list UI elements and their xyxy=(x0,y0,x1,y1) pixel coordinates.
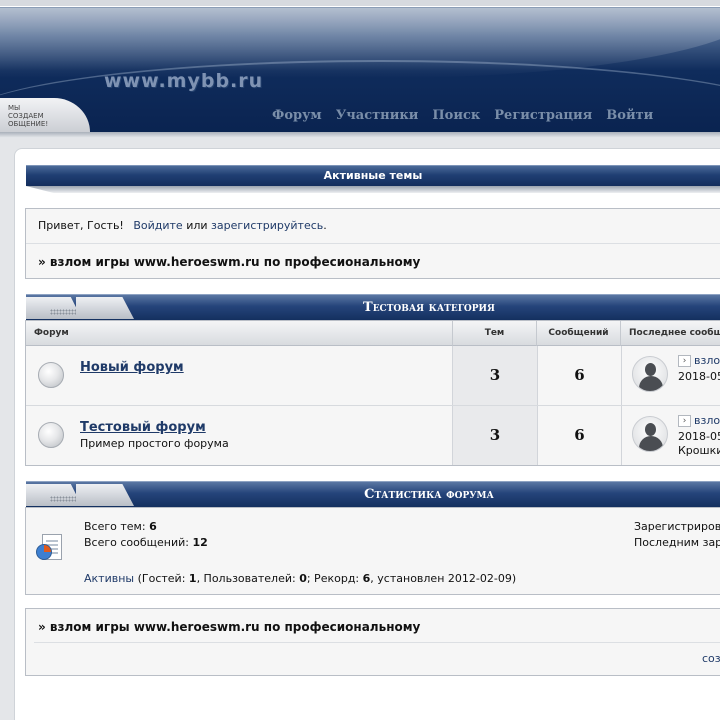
announcement: » взлом игры www.heroeswm.ru по професио… xyxy=(38,255,421,269)
category-title[interactable]: Тестовая категория xyxy=(138,295,720,320)
slogan-line: Мы xyxy=(8,104,21,112)
active-topics-label[interactable]: Активные темы xyxy=(26,165,720,186)
collapse-tab[interactable] xyxy=(26,484,82,506)
last-post-link-line: ›взлом xyxy=(678,354,720,367)
forum-topics-count: 3 xyxy=(452,346,537,405)
forum-row: Тестовый форум Пример простого форума 3 … xyxy=(26,406,720,466)
record-suffix: , установлен 2012-02-09) xyxy=(370,572,517,585)
nav-login[interactable]: Войти xyxy=(606,108,653,123)
online-stats: Активны (Гостей: 1, Пользователей: 0; Ре… xyxy=(84,572,516,585)
stats-title[interactable]: Статистика форума xyxy=(138,482,720,507)
online-prefix: (Гостей: xyxy=(137,572,186,585)
period-text: . xyxy=(323,219,327,232)
greeting-line: Привет, Гость! Войдите или зарегистрируй… xyxy=(38,219,327,232)
column-posts: Сообщений xyxy=(537,321,621,346)
login-link[interactable]: Войдите xyxy=(133,219,182,232)
stats-box: Всего тем: 6 Всего сообщений: 12 Активны… xyxy=(25,507,720,595)
forum-link[interactable]: Тестовый форум xyxy=(80,420,206,435)
divider xyxy=(26,243,720,244)
chevron-right-icon[interactable]: › xyxy=(678,355,691,367)
avatar xyxy=(632,416,668,452)
welcome-box: Привет, Гость! Войдите или зарегистрируй… xyxy=(25,208,720,279)
guests-count: 1 xyxy=(188,572,197,585)
total-posts: Всего сообщений: 12 xyxy=(84,536,208,549)
forum-posts-count: 6 xyxy=(537,406,621,465)
registered-users: Зарегистрирова xyxy=(634,520,720,533)
nav-members[interactable]: Участники xyxy=(336,108,419,123)
users-count: 0 xyxy=(299,572,307,585)
header-tab xyxy=(76,484,134,506)
users-label: , Пользователей: xyxy=(196,572,296,585)
column-forum: Форум xyxy=(26,321,453,346)
total-topics-label: Всего тем: xyxy=(84,520,146,533)
column-last-post: Последнее сообщение xyxy=(621,321,720,346)
register-link[interactable]: зарегистрируйтесь xyxy=(211,219,323,232)
site-header: www.mybb.ru Мы создаем общение! Форум Уч… xyxy=(0,0,720,138)
stats-tabs xyxy=(26,482,138,507)
dots-pattern xyxy=(50,309,76,315)
avatar xyxy=(632,356,668,392)
last-post-link[interactable]: взлом xyxy=(694,354,720,367)
greeting-text: Привет, Гость! xyxy=(38,219,124,232)
footer-link[interactable]: соз xyxy=(702,652,720,665)
nav-forum[interactable]: Форум xyxy=(272,108,322,123)
last-post-link[interactable]: взлом xyxy=(694,414,720,427)
footer-announcement: » взлом игры www.heroeswm.ru по професио… xyxy=(38,620,421,634)
forum-description: Пример простого форума xyxy=(80,437,229,450)
footer-box: » взлом игры www.heroeswm.ru по професио… xyxy=(25,608,720,676)
forum-status-icon xyxy=(38,362,64,388)
last-post-user[interactable]: Крошки xyxy=(678,444,720,457)
column-topics: Тем xyxy=(453,321,537,346)
category-tabs xyxy=(26,295,138,320)
header-divider xyxy=(0,132,720,138)
chevron-right-icon[interactable]: › xyxy=(678,415,691,427)
last-post-cell: ›взлом 2018-05 xyxy=(621,346,720,405)
last-post-link-line: ›взлом xyxy=(678,414,720,427)
forum-status-icon xyxy=(38,422,64,448)
nav-search[interactable]: Поиск xyxy=(432,108,480,123)
category-header: Тестовая категория xyxy=(26,294,720,320)
site-logo[interactable]: www.mybb.ru xyxy=(104,70,263,92)
last-registered: Последним зар xyxy=(634,536,720,549)
total-topics-value: 6 xyxy=(149,520,157,533)
bar-shadow xyxy=(26,186,720,193)
slogan-badge: Мы создаем общение! xyxy=(0,98,90,134)
forum-topics-count: 3 xyxy=(452,406,537,465)
or-text: или xyxy=(186,219,208,232)
forum-link[interactable]: Новый форум xyxy=(80,360,184,375)
active-users-link[interactable]: Активны xyxy=(84,572,134,585)
dots-pattern xyxy=(50,496,76,502)
forum-posts-count: 6 xyxy=(537,346,621,405)
record-label: ; Рекорд: xyxy=(306,572,360,585)
last-post-date: 2018-05 xyxy=(678,370,720,383)
stats-chart-icon xyxy=(36,534,64,564)
last-post-date: 2018-05 xyxy=(678,430,720,443)
last-post-cell: ›взлом 2018-05 Крошки xyxy=(621,406,720,465)
forum-table: Форум Тем Сообщений Последнее сообщение … xyxy=(25,320,720,466)
header-tab xyxy=(76,297,134,319)
active-topics-bar[interactable]: Активные темы xyxy=(26,165,720,193)
slogan-line: создаем xyxy=(8,112,44,120)
main-nav: Форум Участники Поиск Регистрация Войти xyxy=(272,108,653,123)
total-topics: Всего тем: 6 xyxy=(84,520,157,533)
nav-register[interactable]: Регистрация xyxy=(494,108,592,123)
forum-row: Новый форум 3 6 ›взлом 2018-05 xyxy=(26,346,720,406)
divider xyxy=(34,642,720,643)
total-posts-label: Всего сообщений: xyxy=(84,536,189,549)
total-posts-value: 12 xyxy=(192,536,208,549)
slogan-line: общение! xyxy=(8,120,49,128)
collapse-tab[interactable] xyxy=(26,297,82,319)
stats-header: Статистика форума xyxy=(26,481,720,507)
